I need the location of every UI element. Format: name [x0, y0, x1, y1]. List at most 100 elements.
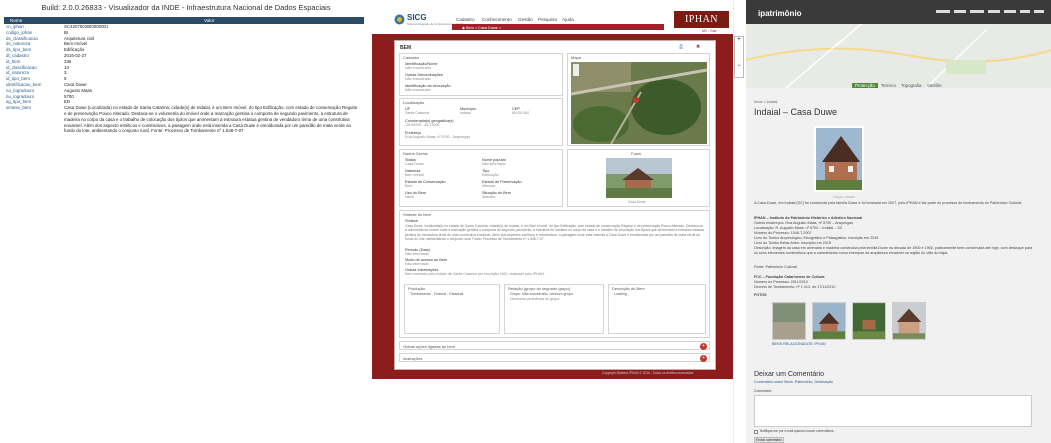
section-title-fotos: Fotos [631, 151, 642, 156]
subbox-title: Relação (grupo do segundo grupo) [508, 286, 571, 291]
comment-textarea[interactable] [754, 395, 1032, 427]
relacao-item[interactable]: Grupo: Não encontrado, nenhum grupo. [510, 292, 574, 296]
attribute-table-header: Nome Valor [4, 17, 364, 24]
menu-item[interactable] [970, 10, 984, 13]
iphan-brand-logo[interactable]: IPHAN [674, 11, 729, 28]
zoom-out-icon[interactable]: − [735, 63, 743, 69]
gallery-thumbnail[interactable] [772, 302, 806, 340]
info-line: Fonte: Patrimônio Cultural [754, 265, 797, 269]
comment-label: Comentário [754, 389, 772, 393]
comment-hint-link[interactable]: Comentário sobre Bens, Patrimônio, Desti… [754, 380, 833, 385]
house-photo[interactable] [606, 158, 672, 198]
localizacao-section: Localização UF Santa Catarina Município … [399, 98, 563, 146]
collapsed-section-ilustracoes[interactable]: Ilustrações + [399, 353, 710, 362]
submit-comment-button[interactable]: Enviar comentário [754, 437, 784, 443]
collapsed-section-title: Ilustrações [403, 356, 423, 361]
house-photo[interactable] [814, 126, 864, 192]
column-header-value[interactable]: Valor [204, 18, 214, 23]
relacao-subbox: Relação (grupo do segundo grupo) Grupo: … [504, 284, 604, 334]
field-value: Não informado [405, 252, 429, 256]
cadastro-section: Cadastro Identificação/Nome Não encontra… [399, 53, 563, 96]
gallery-thumbnail[interactable] [892, 302, 926, 340]
satellite-map[interactable] [571, 62, 707, 144]
mapa-section: Mapa [567, 53, 710, 146]
field-value: Indaial [460, 111, 471, 115]
descricao-subbox: Descrição do Bem Loading... [608, 284, 706, 334]
field-value: Bom [405, 184, 413, 188]
nav-conhecimento[interactable]: Conhecimento [482, 17, 512, 22]
inde-viewer-panel: Build: 2.0.0.26833 - Visualizador da IND… [0, 0, 372, 443]
ipatrimonio-logo[interactable]: ipatrimônio [758, 9, 802, 18]
sicg-logo-icon [394, 14, 405, 25]
collapsed-section-title: Outras ações ligadas ao bem [403, 344, 456, 349]
field-value: Santa Catarina [405, 111, 429, 115]
nav-ajuda[interactable]: Ajuda [562, 17, 574, 22]
field-value: Não encontrado [405, 88, 431, 92]
field-value: Rua Augusto Maas, nº 5700 - Arapongas [405, 135, 471, 139]
photos-credit-link[interactable]: BENS RELACIONADOS: IPHAN [772, 342, 892, 347]
sicg-page-panel: SICG Sistema Integrado de Conhecimento e… [372, 0, 733, 443]
column-header-name[interactable]: Nome [10, 18, 22, 23]
close-icon[interactable]: ✖ [696, 44, 700, 50]
intro-paragraph: A Casa Duwe, em Indaial (SC) foi constru… [754, 201, 1023, 205]
info-line: Livro do Tombo Belas Artes: Inscrição em… [754, 241, 831, 245]
subbox-title: Descrição do Bem [612, 286, 645, 291]
breadcrumb[interactable]: Início > Indaial [754, 100, 777, 104]
photo-caption: Casa Duwe [628, 200, 646, 204]
info-heading: IPHAN – Instituto do Patrimônio Históric… [754, 216, 863, 220]
card-title: BEM [400, 45, 412, 51]
producao-item[interactable]: Tombamento - Federal - Estadual [410, 292, 463, 296]
producao-subbox: Produção Tombamento - Federal - Estadual [404, 284, 500, 334]
field-value: Alterado [482, 195, 496, 199]
field-value: Alterado [482, 184, 496, 188]
section-title-dados-gerais: Dados Gerais [403, 151, 428, 156]
menu-item[interactable] [1020, 10, 1030, 13]
field-value: Não encontrado [405, 77, 431, 81]
user-logout-link[interactable]: M1 - Sair [702, 29, 717, 33]
field-value: Bem Imóvel [405, 173, 424, 177]
sicg-logo-text[interactable]: SICG [407, 13, 427, 22]
attribute-name: sintese_bem [6, 105, 31, 111]
info-heading: FCC – Fundação Catarinense de Cultura [754, 275, 825, 279]
map-zoom-control[interactable]: + − [734, 36, 744, 78]
menu-item[interactable] [1004, 10, 1016, 13]
field-value: Não encontrado [405, 66, 431, 70]
menu-item[interactable] [936, 10, 950, 13]
gallery-thumbnail[interactable] [812, 302, 846, 340]
bem-record-card: BEM ⎙ ✖ Cadastro Identificação/Nome Não … [394, 40, 716, 370]
menu-item[interactable] [988, 10, 1000, 13]
field-value: Bem tombado pelo estado de Santa Catarin… [405, 272, 545, 276]
field-value: Casa Duwe [405, 162, 424, 166]
nav-gestao[interactable]: Gestão [518, 17, 533, 22]
expand-icon[interactable]: + [700, 342, 707, 350]
site-header: SICG Sistema Integrado de Conhecimento e… [372, 0, 733, 34]
print-icon[interactable]: ⎙ [679, 44, 683, 50]
expand-icon[interactable]: + [700, 354, 707, 362]
photo-caption: Imagem: IPHAN [833, 195, 855, 199]
site-footer: Copyright Sistema IPHAN © 2016 - Todos o… [602, 371, 694, 375]
dados-gerais-section: Dados Gerais Status Casa Duwe Nome popul… [399, 149, 563, 207]
info-line: Outros endereços: Rua Augusto Maas, nº 5… [754, 221, 853, 225]
fotos-heading: FOTOS [754, 293, 767, 297]
gallery-thumbnail[interactable] [852, 302, 886, 340]
menu-item[interactable] [954, 10, 966, 13]
notify-checkbox[interactable] [754, 430, 758, 434]
sintese-section: Síntese do bem Síntese Casa Duwe, locali… [399, 210, 710, 338]
loading-indicator: Loading... [614, 292, 630, 296]
info-line: Decreto de Tombamento: nº 1.013, de 17/1… [754, 285, 836, 289]
field-value: -26.94200; -49.23000 [405, 123, 440, 127]
field-value: Não informado [482, 162, 506, 166]
nav-pesquisa[interactable]: Pesquisa [538, 17, 557, 22]
menu-item[interactable] [1034, 10, 1044, 13]
info-line: Localização: R. Augusto Maas, nº 5700 – … [754, 226, 843, 230]
comment-section-title: Deixar um Comentário [754, 371, 825, 378]
field-value: Não informado [405, 262, 429, 266]
zoom-in-icon[interactable]: + [735, 37, 743, 43]
relacao-item: Nenhuma pertinência ao grupo. [510, 297, 561, 301]
field-value: 89130-000 [512, 111, 530, 115]
collapsed-section-outras[interactable]: Outras ações ligadas ao bem + [399, 341, 710, 350]
nav-cadastro[interactable]: Cadastro [456, 17, 475, 22]
sintese-label: Síntese [405, 219, 418, 223]
breadcrumb[interactable]: ◆ Bem > Casa Duwe > [462, 25, 501, 30]
info-line: Número do Processo: 1548-T-2007 [754, 231, 812, 235]
